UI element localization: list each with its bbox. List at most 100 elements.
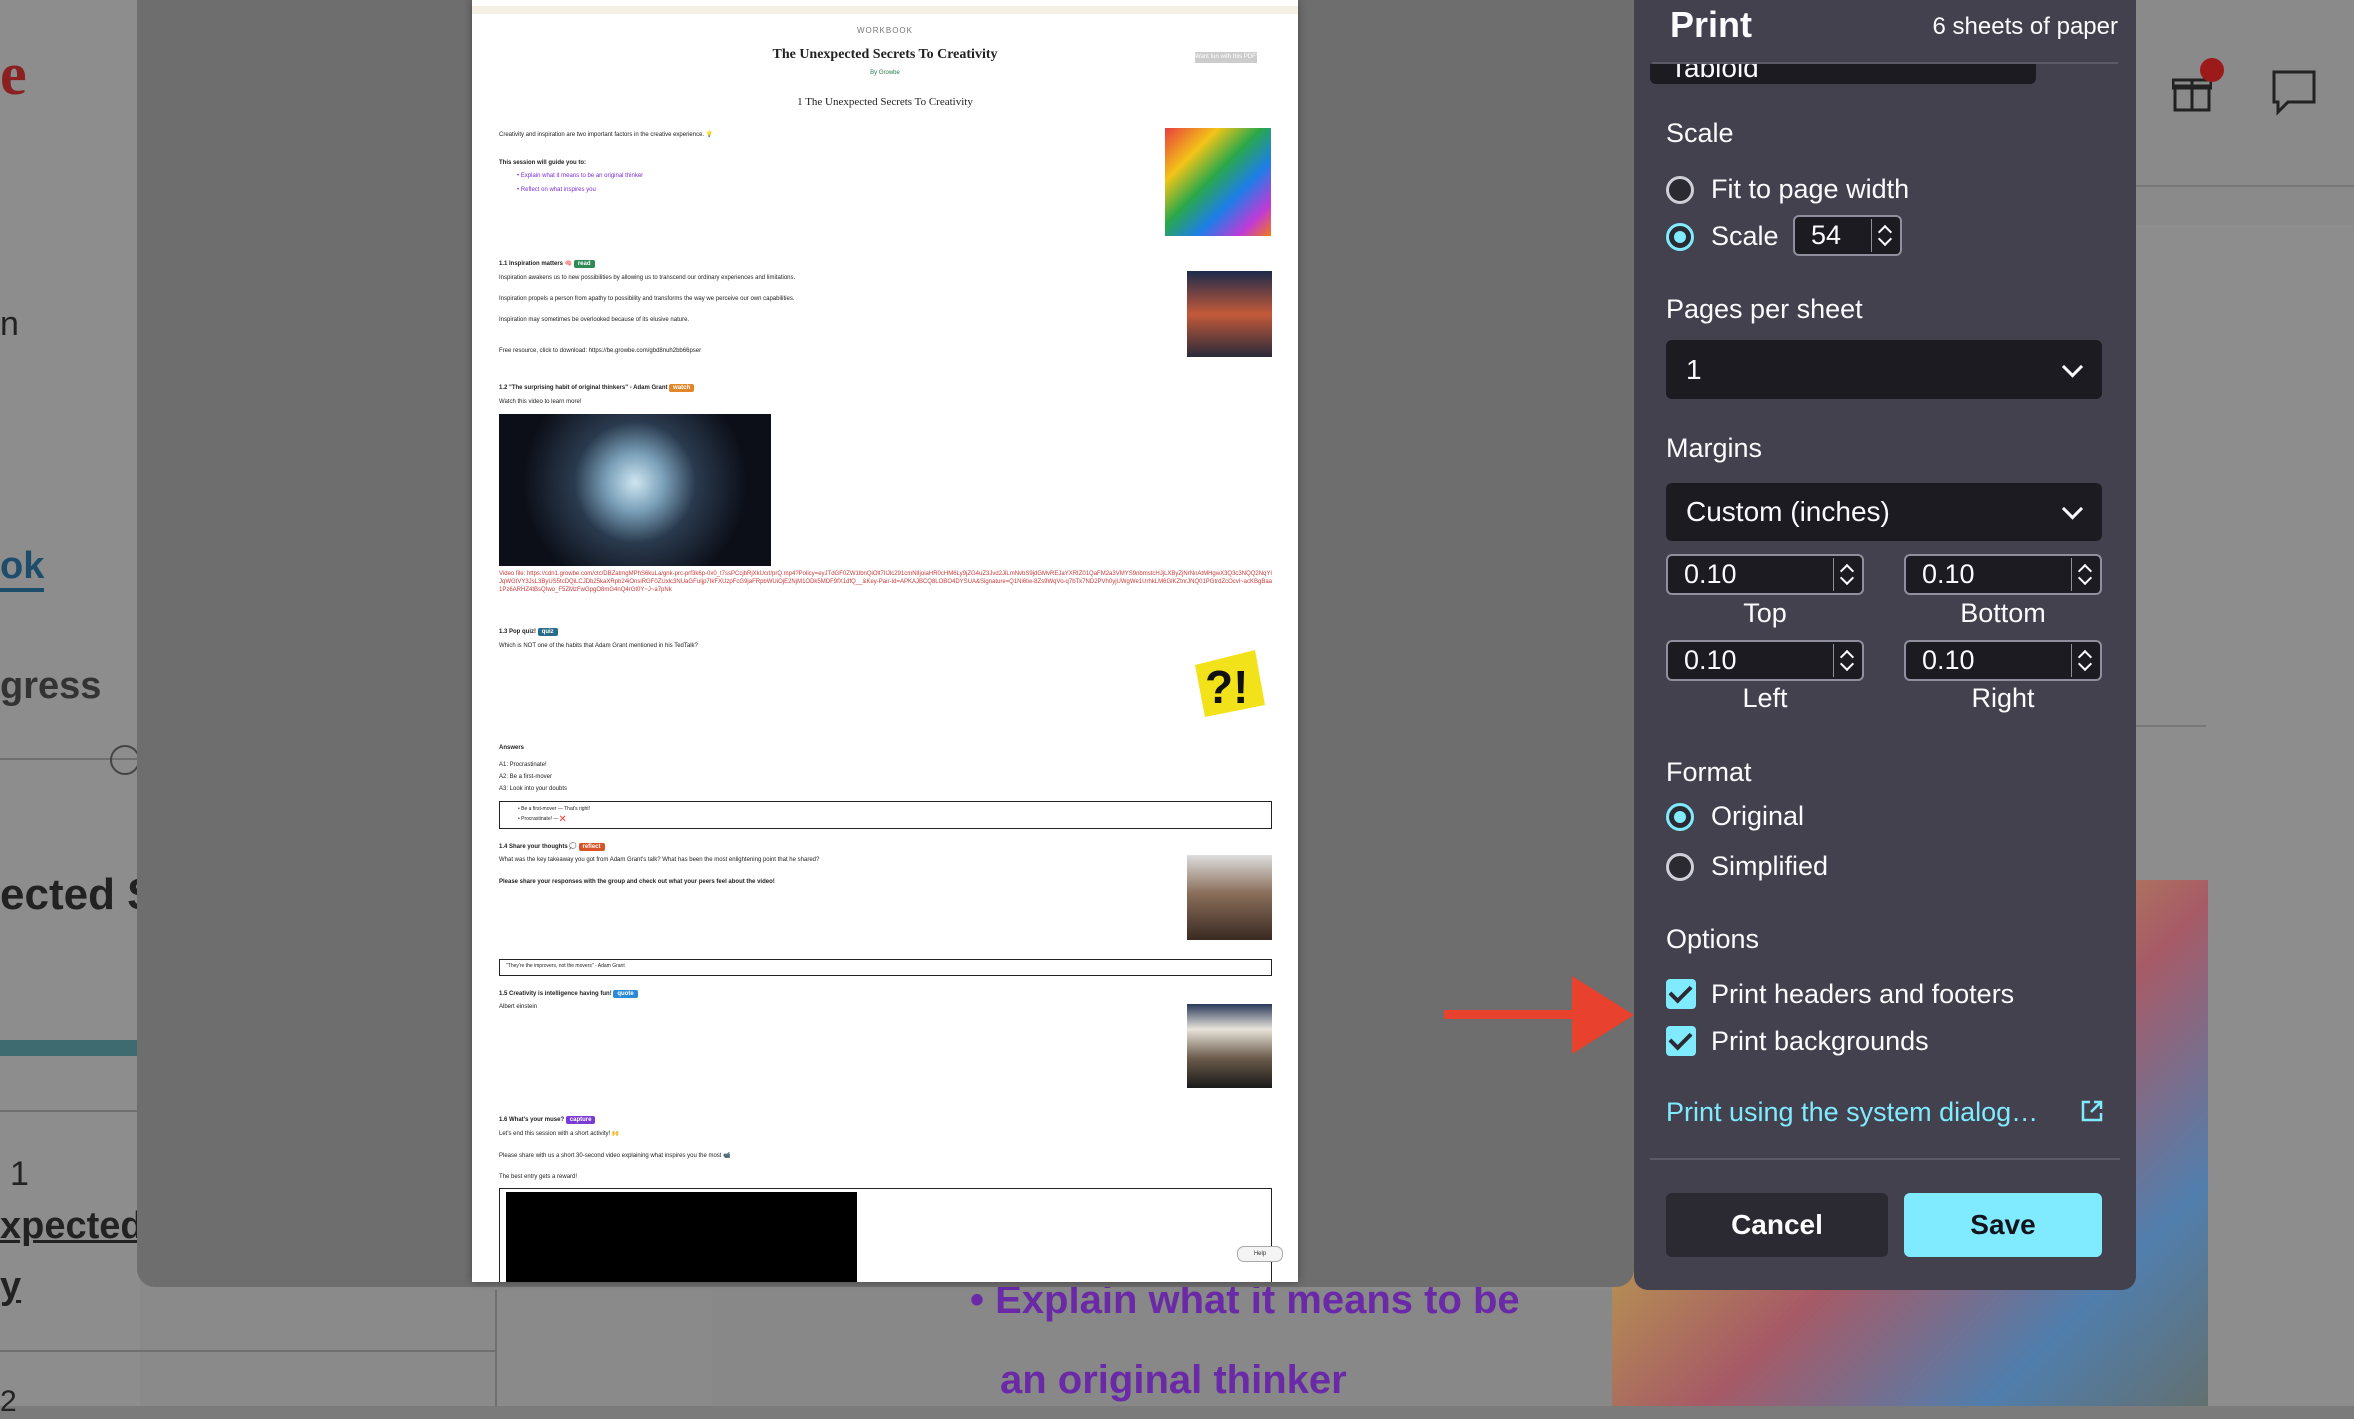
pages-per-sheet-value: 1: [1686, 353, 1702, 385]
s11-line: Free resource, click to download: https:…: [499, 348, 702, 354]
margin-right-spinner[interactable]: [2071, 644, 2098, 677]
external-link-icon[interactable]: [2080, 1099, 2104, 1123]
margins-label: Margins: [1666, 433, 1763, 463]
read-tag: read: [573, 260, 595, 268]
margins-value: Custom (inches): [1686, 496, 1890, 527]
s12-sub: Watch this video to learn more!: [499, 399, 582, 405]
sheet-count: 6 sheets of paper: [1932, 13, 2118, 40]
answer-box-text: Be a first-mover — That's right!: [521, 806, 591, 812]
answer: A3: Look into your doubts: [499, 786, 568, 792]
divider: [0, 1350, 496, 1352]
backgrounds-label[interactable]: Print backgrounds: [1711, 1026, 1929, 1057]
capture-box: [499, 1188, 1272, 1282]
s12-heading: 1.2 "The surprising habit of original th…: [499, 384, 695, 392]
bg-fragment[interactable]: ok: [0, 545, 45, 592]
bg-fragment: ected S: [0, 870, 157, 919]
section-heading: 1 The Unexpected Secrets To Creativity: [797, 96, 973, 108]
video-file-link[interactable]: Video file: https://cdn1.growbe.com/ctc/…: [499, 570, 1272, 612]
bg-header-right: [2136, 0, 2354, 187]
s11-line: Inspiration awakens us to new possibilit…: [499, 275, 796, 281]
pages-per-sheet-label: Pages per sheet: [1666, 294, 1863, 324]
fit-width-label[interactable]: Fit to page width: [1711, 174, 1909, 205]
margin-top-input[interactable]: 0.10: [1666, 554, 1864, 595]
margins-select[interactable]: Custom (inches): [1666, 483, 2102, 541]
headers-footers-label[interactable]: Print headers and footers: [1711, 979, 2014, 1010]
format-original-radio[interactable]: [1666, 803, 1694, 831]
guide-item: • Explain what it means to be an origina…: [517, 173, 644, 179]
capture-tag: capture: [565, 1116, 596, 1124]
s11-line: Inspiration may sometimes be overlooked …: [499, 317, 690, 323]
margin-bottom-label: Bottom: [1960, 598, 2046, 628]
margin-right-input[interactable]: 0.10: [1904, 640, 2102, 681]
system-dialog-link[interactable]: Print using the system dialog…: [1666, 1097, 2038, 1128]
help-button[interactable]: Help: [1237, 1246, 1283, 1262]
s15-sub: Albert einstein: [499, 1004, 538, 1010]
pdf-badge: Want fun with this PDF?: [1195, 52, 1257, 63]
answer: A1: Procrastinate!: [499, 762, 547, 768]
bg-fragment[interactable]: y: [0, 1265, 21, 1308]
s16-line: Please share with us a short 30-second v…: [499, 1153, 731, 1159]
bg-fragment: 2: [0, 1385, 17, 1418]
s15-heading-text: 1.5 Creativity is intelligence having fu…: [499, 991, 612, 997]
scale-radio-label[interactable]: Scale: [1711, 221, 1779, 252]
format-label: Format: [1666, 757, 1752, 787]
margin-left-input[interactable]: 0.10: [1666, 640, 1864, 681]
notification-badge: [2200, 58, 2224, 82]
annotation-arrow-icon: [1444, 976, 1634, 1054]
s16-line: Let's end this session with a short acti…: [499, 1131, 620, 1137]
format-simplified-radio[interactable]: [1666, 853, 1694, 881]
margin-right-value: 0.10: [1922, 645, 1975, 675]
s16-heading-text: 1.6 What's your muse?: [499, 1117, 565, 1123]
headers-footers-checkbox[interactable]: [1666, 979, 1696, 1009]
s16-heading: 1.6 What's your muse? capture: [499, 1116, 596, 1124]
margin-bottom-spinner[interactable]: [2071, 558, 2098, 591]
chevron-down-icon: [2061, 355, 2084, 378]
s12-heading-text: 1.2 "The surprising habit of original th…: [499, 385, 668, 391]
workbook-kicker: WORKBOOK: [856, 26, 913, 35]
format-simplified-label[interactable]: Simplified: [1711, 851, 1828, 882]
backgrounds-checkbox[interactable]: [1666, 1026, 1696, 1056]
s14-heading: 1.4 Share your thoughts 💭 reflect: [499, 843, 605, 851]
cancel-button[interactable]: Cancel: [1666, 1193, 1888, 1257]
umbrella-photo: [1165, 128, 1271, 236]
margin-top-value: 0.10: [1684, 559, 1737, 589]
guide-item: • Reflect on what inspires you: [517, 187, 596, 193]
margin-top-label: Top: [1743, 598, 1787, 628]
quiz-tag: quiz: [537, 628, 558, 636]
scale-value: 54: [1811, 220, 1842, 250]
scale-spinner[interactable]: [1871, 219, 1898, 252]
answer-box: • Be a first-mover — That's right! • Pro…: [499, 801, 1272, 829]
guide-item-text: Reflect on what inspires you: [520, 187, 596, 193]
preview-page: WORKBOOK The Unexpected Secrets To Creat…: [472, 0, 1298, 1282]
einstein-photo: [1187, 1004, 1272, 1088]
video-thumbnail[interactable]: [499, 414, 771, 566]
s11-heading-text: 1.1 Inspiration matters 🧠: [499, 261, 573, 267]
margin-left-label: Left: [1742, 683, 1788, 713]
scale-radio[interactable]: [1666, 223, 1694, 251]
margin-left-spinner[interactable]: [1833, 644, 1860, 677]
s13-heading: 1.3 Pop quiz! quiz: [499, 628, 558, 636]
collapse-icon[interactable]: [110, 745, 140, 775]
chevron-down-icon: [2061, 498, 2084, 520]
video-placeholder: [506, 1192, 857, 1282]
answer-box-text: Procrastinate! — ❌: [521, 816, 566, 822]
margin-bottom-value: 0.10: [1922, 559, 1975, 589]
bg-fragment[interactable]: xpected: [0, 1205, 144, 1248]
save-button[interactable]: Save: [1904, 1193, 2102, 1257]
margin-bottom-input[interactable]: 0.10: [1904, 554, 2102, 595]
format-original-label[interactable]: Original: [1711, 801, 1804, 832]
bg-fragment: e: [0, 41, 27, 107]
fit-width-radio[interactable]: [1666, 176, 1694, 204]
s16-line: The best entry gets a reward!: [499, 1174, 578, 1180]
bg-fragment: 1: [10, 1155, 29, 1193]
thinker-photo: [1187, 855, 1272, 940]
quote-tag: quote: [613, 990, 638, 998]
guide-heading: This session will guide you to:: [499, 160, 587, 166]
guide-item-text: Explain what it means to be an original …: [520, 173, 644, 179]
margin-top-spinner[interactable]: [1833, 558, 1860, 591]
s11-line: Inspiration propels a person from apathy…: [499, 296, 795, 302]
pages-per-sheet-select[interactable]: 1: [1666, 340, 2102, 399]
scale-input[interactable]: 54: [1793, 215, 1902, 256]
chat-icon[interactable]: [2270, 68, 2318, 116]
answer-box-line: • Be a first-mover — That's right!: [518, 806, 591, 812]
